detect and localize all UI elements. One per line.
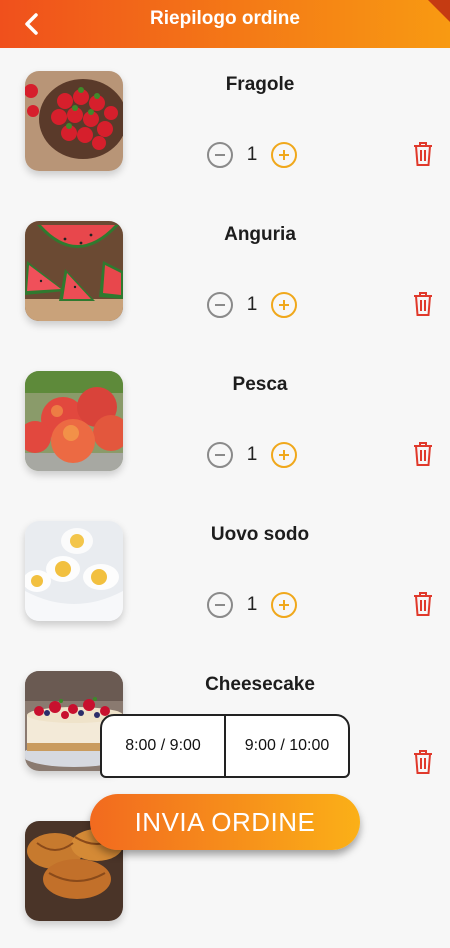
quantity-value: 1	[246, 444, 258, 465]
time-slot-9-10[interactable]: 9:00 / 10:00	[224, 716, 348, 776]
quantity-stepper: 1	[207, 440, 297, 470]
decrease-button[interactable]	[207, 442, 233, 468]
product-image-watermelon	[25, 221, 123, 321]
product-name: Pesca	[232, 374, 288, 395]
quantity-stepper: 1	[207, 590, 297, 620]
order-item: Pesca 1	[0, 348, 450, 498]
trash-icon	[414, 750, 432, 774]
order-item: Fragole 1	[0, 48, 450, 198]
quantity-stepper: 1	[207, 290, 297, 320]
minus-icon	[215, 454, 225, 456]
decrease-button[interactable]	[207, 292, 233, 318]
plus-icon	[279, 150, 289, 160]
product-name: Uovo sodo	[210, 524, 310, 545]
product-image-strawberries	[25, 71, 123, 171]
quantity-value: 1	[246, 594, 258, 615]
order-item: Uovo sodo 1	[0, 498, 450, 648]
trash-icon	[414, 142, 432, 166]
decrease-button[interactable]	[207, 142, 233, 168]
product-name: Anguria	[224, 224, 296, 245]
plus-icon	[279, 600, 289, 610]
delete-button[interactable]	[411, 590, 435, 618]
app-bar: Riepilogo ordine	[0, 0, 450, 48]
delete-button[interactable]	[411, 748, 435, 776]
product-image-boiled-eggs	[25, 521, 123, 621]
plus-icon	[279, 450, 289, 460]
increase-button[interactable]	[271, 592, 297, 618]
time-slot-selector: 8:00 / 9:00 9:00 / 10:00	[100, 714, 350, 778]
quantity-value: 1	[246, 294, 258, 315]
send-order-button[interactable]: INVIA ORDINE	[90, 794, 360, 850]
page-title: Riepilogo ordine	[150, 8, 300, 29]
delete-button[interactable]	[411, 440, 435, 468]
plus-icon	[279, 300, 289, 310]
trash-icon	[414, 442, 432, 466]
trash-icon	[414, 592, 432, 616]
product-name: Fragole	[225, 74, 295, 95]
time-slot-8-9[interactable]: 8:00 / 9:00	[102, 716, 224, 776]
increase-button[interactable]	[271, 142, 297, 168]
delete-button[interactable]	[411, 290, 435, 318]
minus-icon	[215, 154, 225, 156]
order-item: Anguria 1	[0, 198, 450, 348]
trash-icon	[414, 292, 432, 316]
decrease-button[interactable]	[207, 592, 233, 618]
increase-button[interactable]	[271, 292, 297, 318]
product-image-peaches	[25, 371, 123, 471]
increase-button[interactable]	[271, 442, 297, 468]
minus-icon	[215, 304, 225, 306]
minus-icon	[215, 604, 225, 606]
delete-button[interactable]	[411, 140, 435, 168]
quantity-value: 1	[246, 144, 258, 165]
product-name: Cheesecake	[205, 674, 315, 695]
quantity-stepper: 1	[207, 140, 297, 170]
